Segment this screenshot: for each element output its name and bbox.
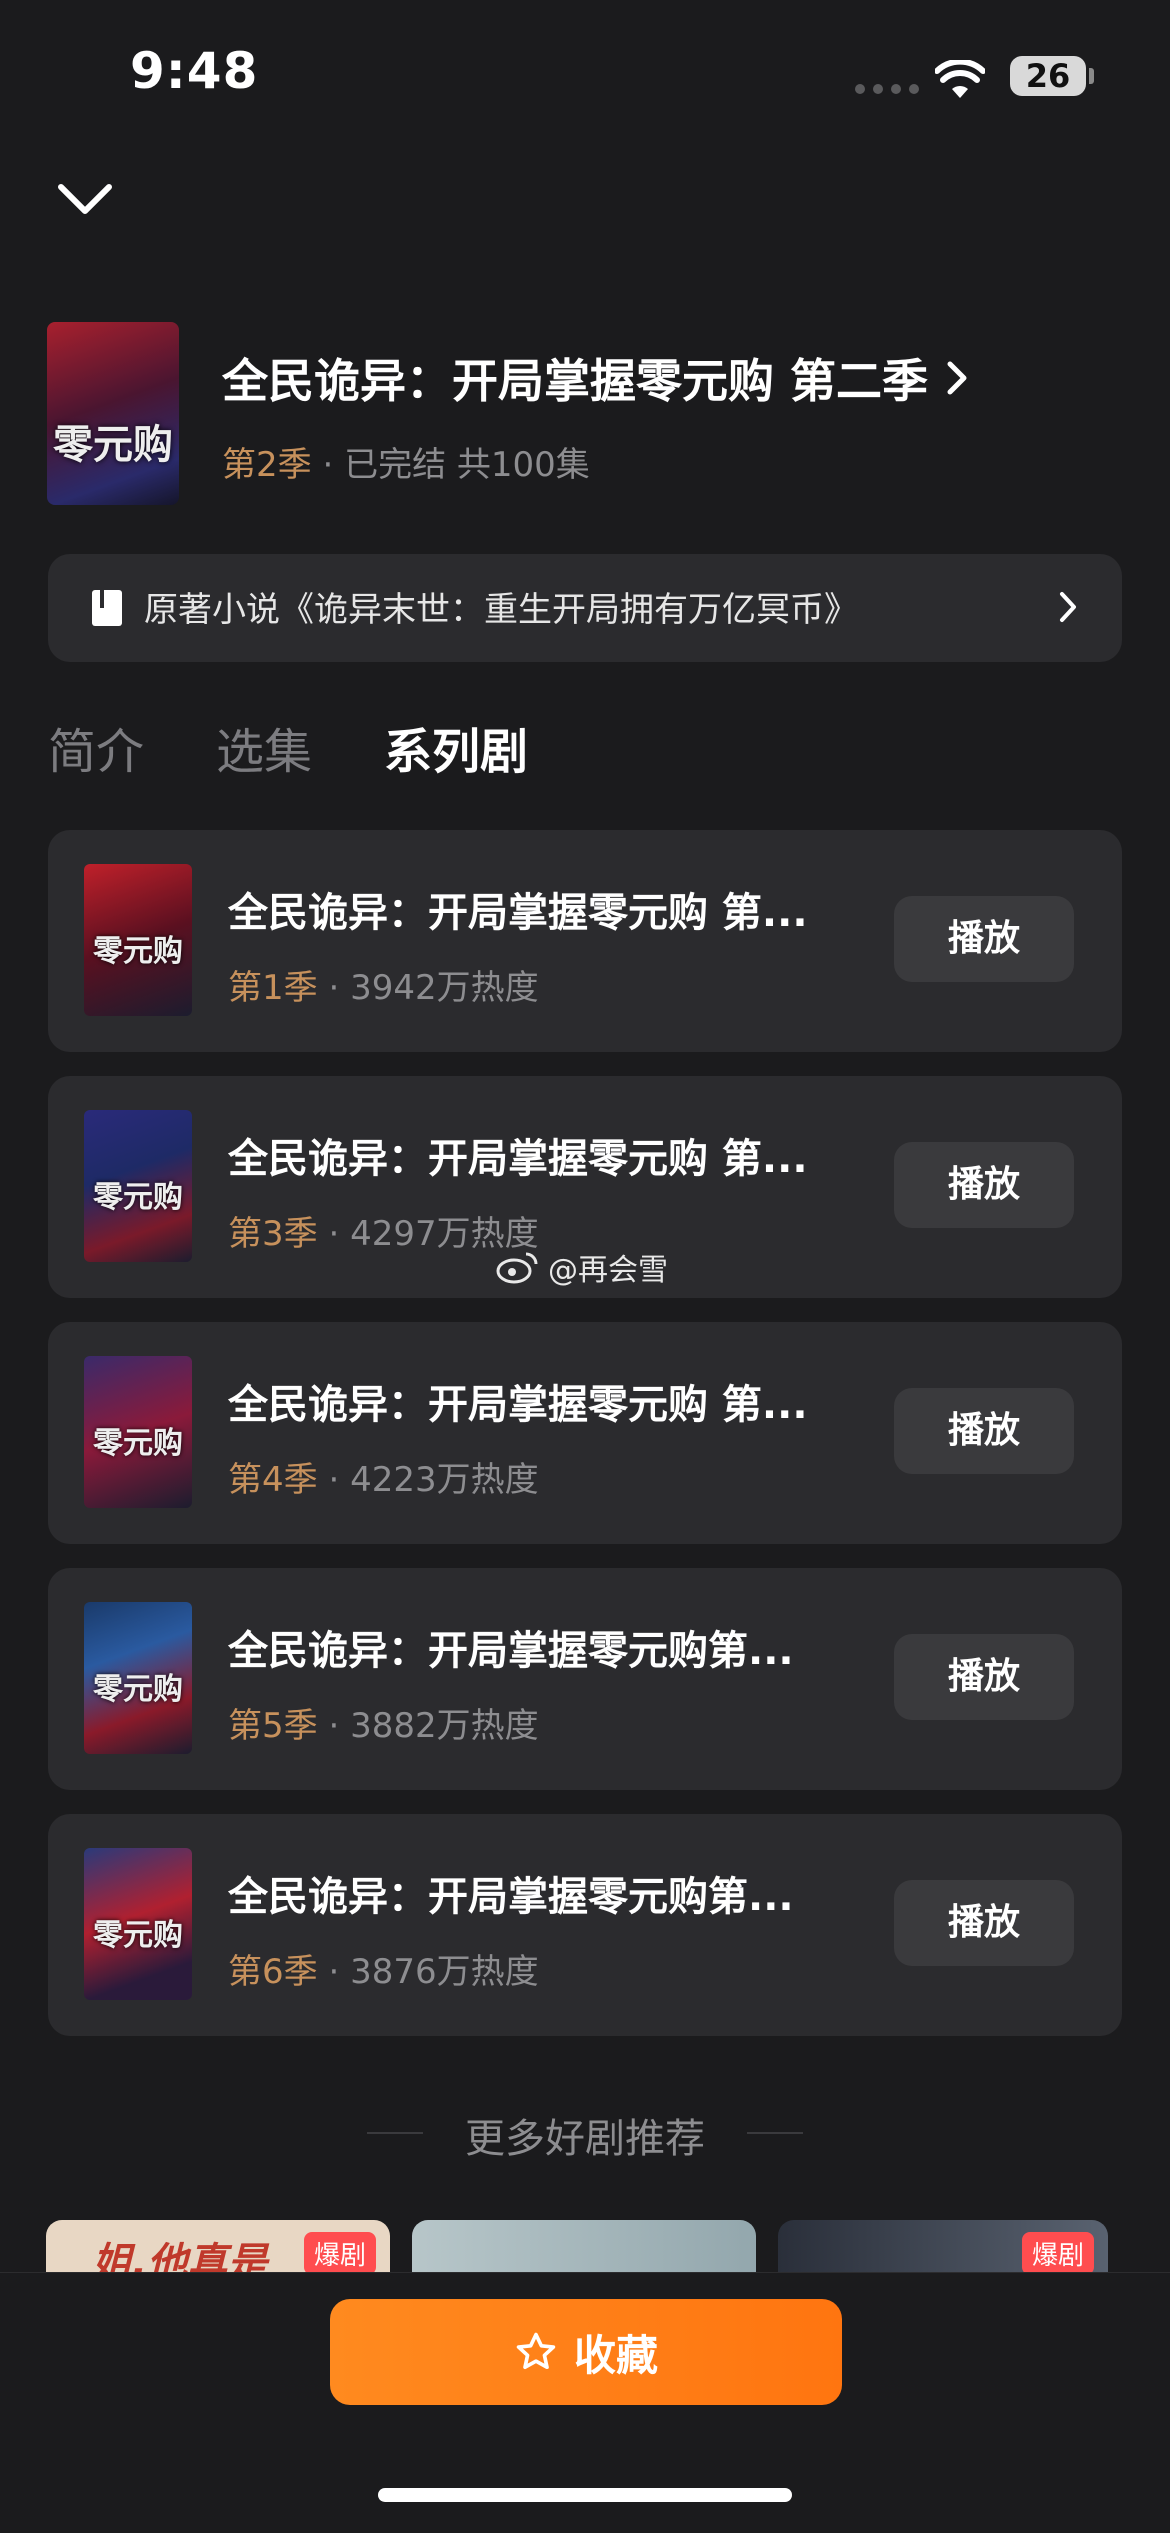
heat-count: · 4223万热度 [328, 1460, 539, 1500]
divider [747, 2132, 803, 2134]
tab-intro[interactable]: 简介 [48, 712, 144, 782]
drama-poster: 零元购 [47, 322, 179, 505]
series-thumbnail: 零元购 [84, 1356, 192, 1508]
favorite-button[interactable]: 收藏 [330, 2299, 842, 2405]
star-icon [516, 2332, 556, 2370]
drama-title-text: 全民诡异：开局掌握零元购 第二季 [222, 354, 929, 408]
tab-episodes[interactable]: 选集 [216, 712, 312, 782]
recommendation-card[interactable] [412, 2220, 756, 2272]
thumb-title-art: 零元购 [93, 1672, 183, 1707]
more-recommendations-title: 更多好剧推荐 [465, 2116, 705, 2162]
heat-count: · 3942万热度 [328, 968, 539, 1008]
series-card[interactable]: 零元购 全民诡异：开局掌握零元购 第... 第1季 · 3942万热度 播放 [48, 830, 1122, 1052]
play-button[interactable]: 播放 [894, 1142, 1074, 1228]
favorite-label: 收藏 [573, 2330, 658, 2380]
series-title: 全民诡异：开局掌握零元购 第... [228, 890, 808, 936]
series-meta: 第5季 · 3882万热度 [228, 1698, 539, 1747]
recommendation-card[interactable]: 爆剧 [778, 2220, 1108, 2272]
wifi-icon [935, 60, 985, 98]
novel-title: 原著小说《诡异末世：重生开局拥有万亿冥币》 [144, 590, 858, 630]
thumb-title-art: 零元购 [93, 1918, 183, 1953]
thumb-title-art: 零元购 [93, 934, 183, 969]
drama-status: · 已完结 共100集 [322, 445, 590, 485]
play-button[interactable]: 播放 [894, 896, 1074, 982]
status-time: 9:48 [130, 42, 259, 100]
series-meta: 第6季 · 3876万热度 [228, 1944, 539, 1993]
thumb-title-art: 零元购 [93, 1426, 183, 1461]
series-title: 全民诡异：开局掌握零元购 第... [228, 1136, 808, 1182]
book-icon [92, 590, 122, 626]
series-title: 全民诡异：开局掌握零元购第... [228, 1874, 794, 1920]
season-label: 第2季 [222, 445, 312, 485]
play-button[interactable]: 播放 [894, 1388, 1074, 1474]
chevron-right-icon [947, 361, 967, 395]
heat-count: · 3882万热度 [328, 1706, 539, 1746]
series-thumbnail: 零元购 [84, 1602, 192, 1754]
series-card[interactable]: 零元购 全民诡异：开局掌握零元购第... 第6季 · 3876万热度 播放 [48, 1814, 1122, 2036]
season-label: 第4季 [228, 1460, 318, 1500]
series-title: 全民诡异：开局掌握零元购 第... [228, 1382, 808, 1428]
thumb-title-art: 零元购 [93, 1180, 183, 1215]
battery-icon: 26 [1010, 56, 1086, 96]
series-thumbnail: 零元购 [84, 864, 192, 1016]
series-meta: 第4季 · 4223万热度 [228, 1452, 539, 1501]
heat-count: · 3876万热度 [328, 1952, 539, 1992]
original-novel-link[interactable]: 原著小说《诡异末世：重生开局拥有万亿冥币》 [48, 554, 1122, 662]
hot-badge: 爆剧 [1021, 2232, 1094, 2272]
series-card[interactable]: 零元购 全民诡异：开局掌握零元购 第... 第4季 · 4223万热度 播放 [48, 1322, 1122, 1544]
season-label: 第3季 [228, 1214, 318, 1254]
season-label: 第1季 [228, 968, 318, 1008]
play-button[interactable]: 播放 [894, 1634, 1074, 1720]
recommendation-card[interactable]: 姐,他真是 爆剧 [46, 2220, 390, 2272]
battery-tip [1089, 68, 1094, 84]
cellular-signal-icon [855, 84, 919, 94]
tab-series[interactable]: 系列剧 [384, 712, 528, 782]
poster-title-art: 零元购 [53, 422, 173, 468]
drama-meta: 第2季 · 已完结 共100集 [222, 437, 590, 486]
series-card[interactable]: 零元购 全民诡异：开局掌握零元购第... 第5季 · 3882万热度 播放 [48, 1568, 1122, 1790]
series-thumbnail: 零元购 [84, 1110, 192, 1262]
watermark-text: @再会雪 [548, 1253, 668, 1288]
play-button[interactable]: 播放 [894, 1880, 1074, 1966]
chevron-down-icon[interactable] [55, 175, 115, 225]
weibo-watermark: @再会雪 [496, 1245, 668, 1289]
weibo-icon [496, 1252, 538, 1284]
series-meta: 第1季 · 3942万热度 [228, 960, 539, 1009]
series-meta: 第3季 · 4297万热度 [228, 1206, 539, 1255]
series-thumbnail: 零元购 [84, 1848, 192, 2000]
recommendation-title-art: 姐,他真是 [92, 2240, 268, 2272]
drama-title[interactable]: 全民诡异：开局掌握零元购 第二季 [222, 345, 968, 411]
chevron-right-icon [1060, 592, 1076, 622]
season-label: 第5季 [228, 1706, 318, 1746]
home-indicator [378, 2488, 792, 2502]
season-label: 第6季 [228, 1952, 318, 1992]
series-title: 全民诡异：开局掌握零元购第... [228, 1628, 794, 1674]
hot-badge: 爆剧 [303, 2232, 376, 2272]
